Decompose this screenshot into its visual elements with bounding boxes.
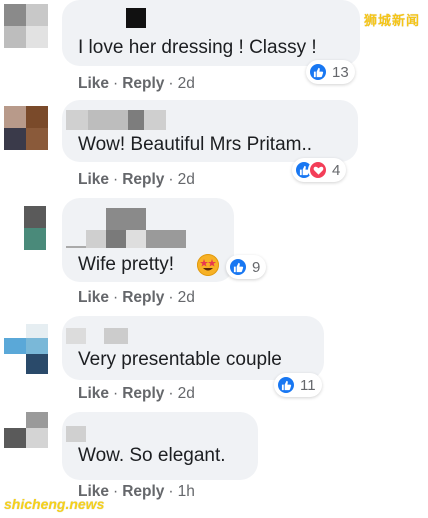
- timestamp[interactable]: 2d: [178, 385, 195, 402]
- comment-actions: Like · Reply · 2d: [78, 75, 195, 92]
- reaction-count: 13: [332, 63, 349, 81]
- avatar[interactable]: [4, 106, 48, 150]
- comment-actions: Like · Reply · 2d: [78, 289, 195, 306]
- timestamp[interactable]: 2d: [178, 171, 195, 188]
- avatar[interactable]: [4, 324, 48, 374]
- like-link[interactable]: Like: [78, 385, 109, 402]
- author-name-redacted[interactable]: [126, 8, 146, 28]
- reply-link[interactable]: Reply: [122, 483, 164, 500]
- reaction-summary[interactable]: 4: [292, 158, 347, 182]
- avatar[interactable]: [24, 206, 46, 250]
- timestamp[interactable]: 2d: [178, 289, 195, 306]
- watermark-bottom: shicheng.news: [4, 496, 105, 512]
- reply-link[interactable]: Reply: [122, 385, 164, 402]
- comment-text: Wife pretty!: [78, 254, 175, 275]
- author-name-redacted[interactable]: [66, 110, 166, 130]
- star-struck-emoji: [197, 254, 219, 276]
- like-link[interactable]: Like: [78, 171, 109, 188]
- love-icon: [308, 160, 328, 180]
- comment-text: Very presentable couple: [78, 349, 282, 370]
- author-name-redacted[interactable]: [66, 328, 128, 344]
- reaction-count: 11: [300, 376, 316, 394]
- like-icon: [228, 257, 248, 277]
- reply-link[interactable]: Reply: [122, 75, 164, 92]
- reaction-summary[interactable]: 11: [274, 373, 322, 397]
- comment-text: Wow. So elegant.: [78, 445, 226, 466]
- watermark-top: 狮城新闻: [363, 13, 420, 28]
- comment-actions: Like · Reply · 2d: [78, 385, 195, 402]
- reaction-summary[interactable]: 13: [306, 60, 355, 84]
- author-name-redacted[interactable]: [66, 208, 186, 248]
- reaction-summary[interactable]: 9: [226, 255, 267, 279]
- like-link[interactable]: Like: [78, 75, 109, 92]
- reply-link[interactable]: Reply: [122, 289, 164, 306]
- timestamp[interactable]: 1h: [178, 483, 195, 500]
- reaction-count: 9: [252, 258, 261, 276]
- reaction-count: 4: [332, 161, 341, 179]
- author-name-redacted[interactable]: [66, 426, 86, 442]
- like-icon: [276, 375, 296, 395]
- comment-text: Wow! Beautiful Mrs Pritam..: [78, 134, 313, 155]
- timestamp[interactable]: 2d: [178, 75, 195, 92]
- comment-thread: 狮城新闻 I love her dressing ! Classy ! 13 L…: [0, 0, 428, 518]
- avatar[interactable]: [4, 4, 48, 48]
- reply-link[interactable]: Reply: [122, 171, 164, 188]
- like-link[interactable]: Like: [78, 289, 109, 306]
- avatar[interactable]: [4, 412, 48, 456]
- like-icon: [308, 62, 328, 82]
- comment-text: I love her dressing ! Classy !: [78, 37, 317, 58]
- comment-actions: Like · Reply · 2d: [78, 171, 195, 188]
